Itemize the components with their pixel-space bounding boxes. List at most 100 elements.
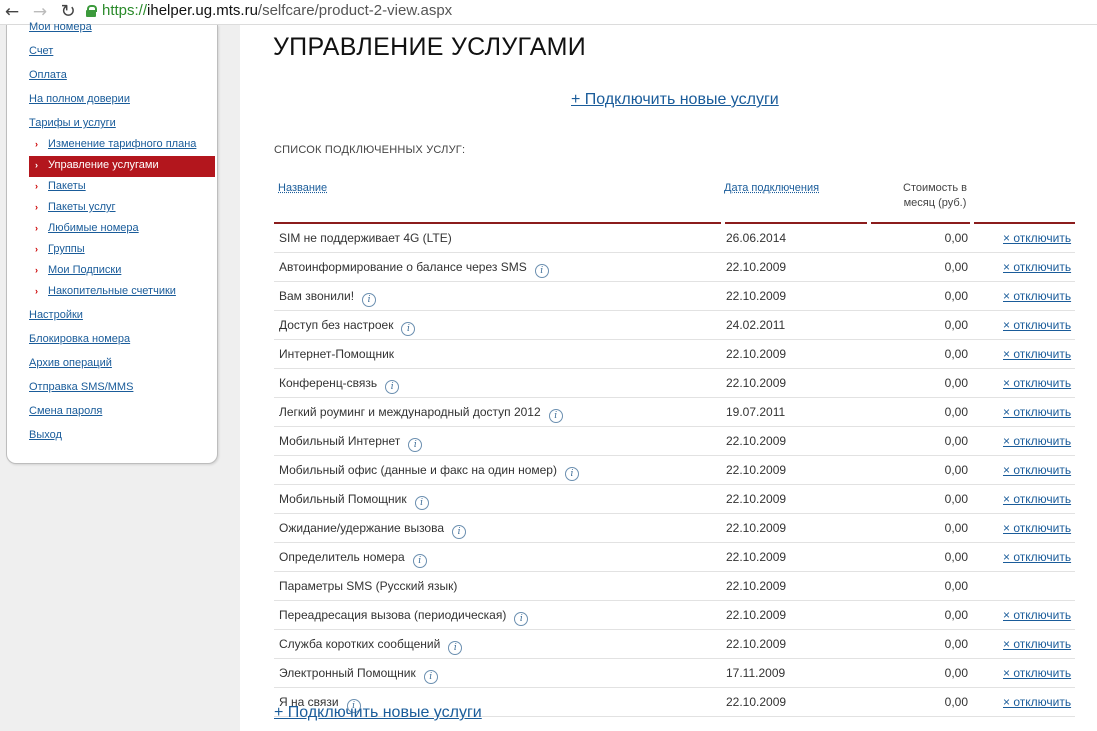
service-date: 22.10.2009 (726, 463, 787, 477)
info-icon[interactable]: i (385, 380, 400, 394)
column-separator (721, 253, 725, 281)
sidebar-subitem-service-packages[interactable]: › Пакеты услуг (29, 198, 215, 219)
sidebar-item-account[interactable]: Счет (29, 45, 53, 57)
sidebar-subitem-change-tariff[interactable]: › Изменение тарифного плана (29, 135, 215, 156)
reload-icon[interactable]: ↻ (58, 2, 78, 22)
column-separator (867, 572, 871, 600)
disable-service-link[interactable]: × отключить (1003, 224, 1071, 252)
info-icon[interactable]: i (401, 322, 416, 336)
column-separator (970, 659, 974, 687)
disable-service-link[interactable]: × отключить (1003, 427, 1071, 455)
service-name-text: Мобильный Помощник (279, 492, 407, 506)
connect-new-services-link-bottom[interactable]: + Подключить новые услуги (274, 704, 482, 722)
address-bar[interactable]: https://ihelper.ug.mts.ru/selfcare/produ… (86, 0, 452, 22)
sidebar-item-tariffs[interactable]: Тарифы и услуги (29, 117, 116, 129)
info-icon[interactable]: i (534, 264, 549, 278)
info-icon[interactable]: i (564, 467, 579, 481)
service-cost: 0,00 (944, 260, 968, 274)
service-date: 22.10.2009 (726, 695, 787, 709)
disable-service-link[interactable]: × отключить (1003, 688, 1071, 716)
disable-service-link[interactable]: × отключить (1003, 456, 1071, 484)
forward-arrow-icon[interactable]: → (30, 2, 50, 22)
disable-service-link[interactable]: × отключить (1003, 659, 1071, 687)
back-arrow-icon[interactable]: ← (2, 2, 22, 22)
table-row: Параметры SMS (Русский язык) 22.10.2009 0,… (274, 572, 1075, 601)
disable-service-link[interactable]: × отключить (1003, 340, 1071, 368)
sidebar-subitem-packages[interactable]: › Пакеты (29, 177, 215, 198)
sidebar-subitem-groups[interactable]: › Группы (29, 240, 215, 261)
disable-service-link[interactable]: × отключить (1003, 253, 1071, 281)
sidebar-item-payment[interactable]: Оплата (29, 69, 67, 81)
service-date: 24.02.2011 (726, 318, 786, 332)
sidebar-item-block-number[interactable]: Блокировка номера (29, 333, 130, 345)
disable-service-link[interactable]: × отключить (1003, 514, 1071, 542)
column-separator (721, 485, 725, 513)
service-name: Конференц-связь i (279, 369, 400, 397)
chevron-right-icon: › (35, 160, 38, 170)
disable-service-link[interactable]: × отключить (1003, 485, 1071, 513)
service-date: 22.10.2009 (726, 492, 787, 506)
service-name-text: Вам звонили! (279, 289, 355, 303)
sidebar-item-send-sms[interactable]: Отправка SMS/MMS (29, 381, 133, 393)
disable-service-link[interactable]: × отключить (1003, 282, 1071, 310)
sidebar-item-logout[interactable]: Выход (29, 429, 62, 441)
column-separator (721, 543, 725, 571)
chevron-right-icon: › (35, 286, 38, 296)
sidebar-subitem-counters[interactable]: › Накопительные счетчики (29, 282, 215, 303)
column-separator (721, 427, 725, 455)
column-separator (970, 253, 974, 281)
disable-service-link[interactable]: × отключить (1003, 601, 1071, 629)
disable-service-link[interactable]: × отключить (1003, 543, 1071, 571)
info-icon[interactable]: i (448, 641, 463, 655)
disable-service-link[interactable]: × отключить (1003, 630, 1071, 658)
chevron-right-icon: › (35, 265, 38, 275)
service-cost: 0,00 (944, 463, 968, 477)
disable-service-link[interactable]: × отключить (1003, 311, 1071, 339)
service-cost: 0,00 (944, 666, 968, 680)
column-header-name[interactable]: Название (278, 182, 327, 194)
column-separator (721, 398, 725, 426)
info-icon[interactable]: i (414, 496, 429, 510)
sidebar-subitem-label: Управление услугами (48, 159, 159, 171)
sidebar-item-change-password[interactable]: Смена пароля (29, 405, 102, 417)
info-icon[interactable]: i (423, 670, 438, 684)
column-header-cost-line1: Стоимость в (903, 182, 967, 194)
info-icon[interactable]: i (408, 438, 423, 452)
column-separator (721, 630, 725, 658)
sidebar-item-full-trust[interactable]: На полном доверии (29, 93, 130, 105)
table-row: Вам звонили! i 22.10.2009 0,00 × отключить (274, 282, 1075, 311)
service-name: Автоинформирование о балансе через SMS i (279, 253, 549, 281)
sidebar-subitem-favorite-numbers[interactable]: › Любимые номера (29, 219, 215, 240)
column-separator (721, 514, 725, 542)
disable-service-link[interactable]: × отключить (1003, 398, 1071, 426)
connect-new-services-link[interactable]: + Подключить новые услуги (571, 91, 779, 109)
service-date: 22.10.2009 (726, 637, 787, 651)
sidebar-subitem-subscriptions[interactable]: › Мои Подписки (29, 261, 215, 282)
sidebar-menu: Мои номера Счет Оплата На полном доверии… (6, 21, 218, 464)
info-icon[interactable]: i (452, 525, 467, 539)
table-row: Автоинформирование о балансе через SMS i 2… (274, 253, 1075, 282)
column-separator (970, 456, 974, 484)
column-separator (970, 340, 974, 368)
sidebar-subitem-manage-services[interactable]: › Управление услугами (29, 156, 215, 177)
column-separator (970, 630, 974, 658)
column-separator (867, 601, 871, 629)
info-icon[interactable]: i (362, 293, 377, 307)
table-row: Доступ без настроек i 24.02.2011 0,00 × откл… (274, 311, 1075, 340)
service-name-text: Автоинформирование о балансе через SMS (279, 260, 527, 274)
table-row: Мобильный офис (данные и факс на один но… (274, 456, 1075, 485)
sidebar-item-settings[interactable]: Настройки (29, 309, 83, 321)
info-icon[interactable]: i (548, 409, 563, 423)
column-header-cost: Стоимость в месяц (руб.) (880, 181, 990, 211)
service-cost: 0,00 (944, 318, 968, 332)
service-name: Интернет-Помощник (279, 340, 394, 368)
info-icon[interactable]: i (412, 554, 427, 568)
sidebar-item-my-numbers[interactable]: Мои номера (29, 21, 92, 33)
disable-service-link[interactable]: × отключить (1003, 369, 1071, 397)
column-header-date[interactable]: Дата подключения (724, 182, 819, 194)
service-name: Служба коротких сообщений i (279, 630, 463, 658)
service-date: 22.10.2009 (726, 550, 787, 564)
column-separator (970, 601, 974, 629)
info-icon[interactable]: i (514, 612, 529, 626)
sidebar-item-operations-archive[interactable]: Архив операций (29, 357, 112, 369)
